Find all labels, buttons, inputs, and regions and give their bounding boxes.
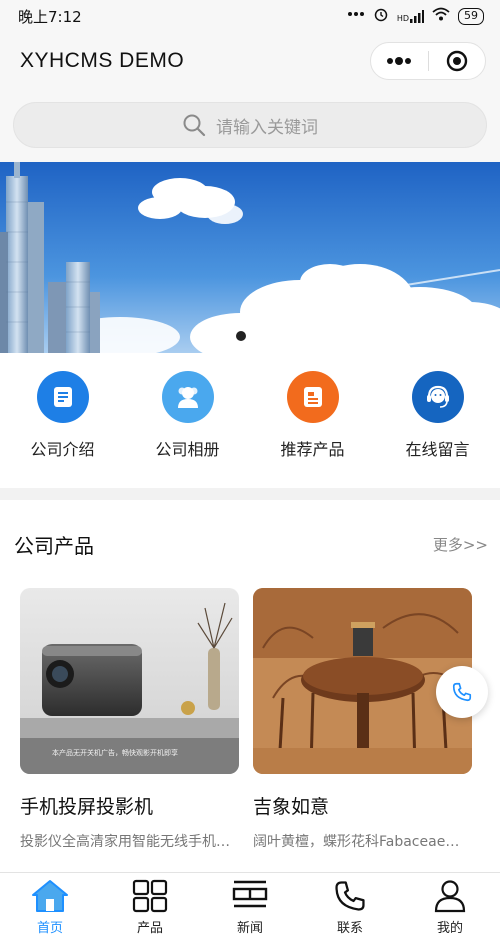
user-icon [434, 880, 466, 913]
product-description: 投影仪全高清家用智能无线手机… [20, 834, 230, 850]
person-icon [161, 371, 214, 423]
section-divider [0, 488, 500, 500]
search-input[interactable]: 请输入关键词 [13, 102, 487, 148]
tab-products[interactable]: 产品 [100, 873, 200, 942]
product-name: 吉象如意 [253, 796, 330, 818]
target-icon [446, 50, 467, 72]
more-menu-button[interactable] [371, 42, 428, 80]
more-link[interactable]: 更多>> [433, 534, 488, 555]
status-time: 晚上7:12 [18, 7, 82, 26]
close-miniprogram-button[interactable] [428, 42, 485, 80]
tab-label: 新闻 [236, 921, 263, 936]
quick-nav-company-album[interactable]: 公司相册 [125, 353, 250, 488]
carousel-indicators [0, 331, 500, 341]
search-icon [183, 114, 206, 137]
product-name: 手机投屏投影机 [20, 796, 154, 818]
hd-label: HD [396, 13, 409, 23]
tab-label: 联系 [336, 921, 363, 936]
tab-label: 我的 [436, 921, 463, 936]
phone-icon [335, 881, 365, 911]
status-bar: 晚上7:12 HD 59 [0, 0, 500, 32]
bottom-tab-bar: 首页 产品 新闻 联系 我的 [0, 872, 500, 942]
grid-icon [132, 879, 168, 913]
product-list: 本产品无开关机广告，畅快观影开机即享 手机投屏投影机 投影仪全高清家用智能无线手… [20, 588, 480, 851]
quick-nav: 公司介绍 公司相册 推荐产品 在线留言 [0, 353, 500, 488]
document-icon [36, 371, 89, 423]
tab-label: 首页 [36, 921, 63, 936]
quick-nav-label: 在线留言 [405, 440, 470, 459]
signal-icon [347, 8, 365, 24]
product-image-projector: 本产品无开关机广告，畅快观影开机即享 [20, 588, 239, 774]
status-icons: HD 59 [347, 6, 484, 26]
section-title: 公司产品 [14, 533, 94, 558]
banner-carousel[interactable] [0, 162, 500, 353]
product-description: 阔叶黄檀，蝶形花科Fabaceae，… [253, 834, 472, 850]
wifi-icon [432, 7, 450, 25]
products-section-header: 公司产品 更多>> [0, 520, 500, 568]
quick-nav-company-intro[interactable]: 公司介绍 [0, 353, 125, 488]
alarm-icon [373, 6, 389, 26]
headset-icon [411, 371, 464, 423]
search-placeholder: 请输入关键词 [216, 117, 318, 138]
floating-call-button[interactable] [436, 666, 488, 718]
tab-home[interactable]: 首页 [0, 873, 100, 942]
home-icon [32, 880, 68, 912]
image-caption: 本产品无开关机广告，畅快观影开机即享 [52, 749, 178, 757]
news-icon [232, 880, 268, 908]
battery-indicator: 59 [458, 7, 484, 25]
clipboard-icon [286, 371, 339, 423]
product-card[interactable]: 吉象如意 阔叶黄檀，蝶形花科Fabaceae，… [253, 588, 472, 851]
banner-image [0, 162, 500, 353]
tab-news[interactable]: 新闻 [200, 873, 300, 942]
tab-mine[interactable]: 我的 [400, 873, 500, 942]
quick-nav-label: 推荐产品 [280, 440, 345, 459]
app-title: XYHCMS DEMO [20, 49, 185, 72]
tab-label: 产品 [136, 921, 163, 936]
mini-program-capsule [370, 42, 486, 80]
phone-icon [452, 682, 472, 702]
more-dots-icon [387, 57, 412, 65]
tab-contact[interactable]: 联系 [300, 873, 400, 942]
quick-nav-online-message[interactable]: 在线留言 [375, 353, 500, 488]
product-card[interactable]: 本产品无开关机广告，畅快观影开机即享 手机投屏投影机 投影仪全高清家用智能无线手… [20, 588, 239, 851]
quick-nav-label: 公司相册 [155, 440, 220, 459]
quick-nav-recommended-products[interactable]: 推荐产品 [250, 353, 375, 488]
carousel-dot-1[interactable] [235, 331, 246, 341]
title-bar: XYHCMS DEMO [0, 32, 500, 90]
search-area: 请输入关键词 [0, 90, 500, 162]
hd-signal-icon: HD [396, 9, 424, 23]
quick-nav-label: 公司介绍 [30, 440, 95, 459]
carousel-dot-2[interactable] [254, 331, 265, 341]
